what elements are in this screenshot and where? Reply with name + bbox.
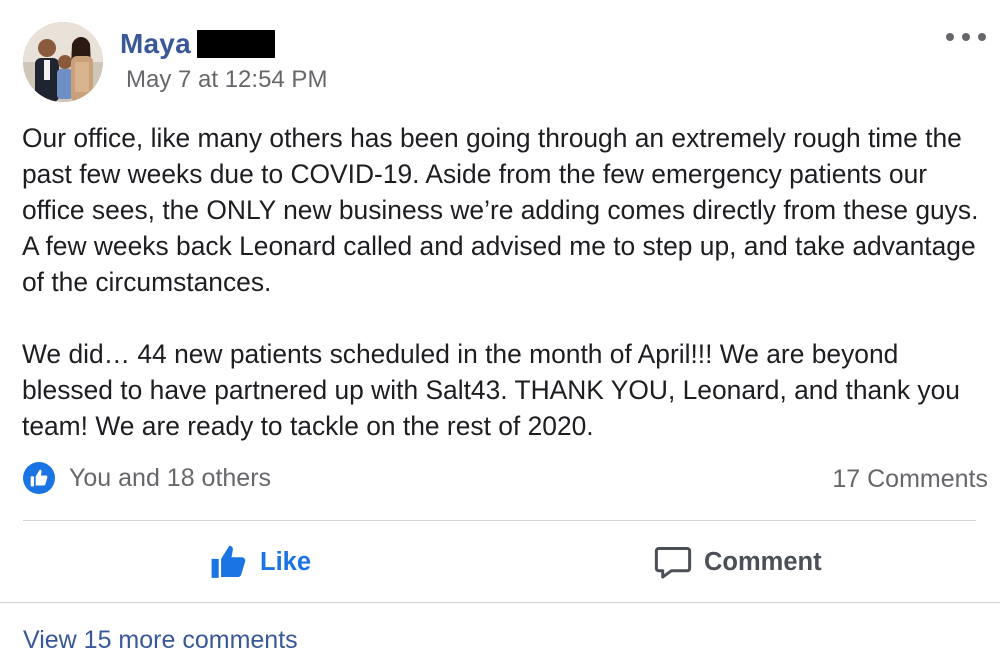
profile-photo — [23, 22, 103, 102]
comment-button[interactable]: Comment — [654, 538, 822, 586]
avatar[interactable] — [23, 22, 103, 102]
thumbs-up-icon — [23, 462, 55, 494]
dot — [962, 33, 970, 41]
like-label: Like — [260, 547, 312, 576]
like-button[interactable]: Like — [210, 538, 311, 586]
view-more-comments-link[interactable]: View 15 more comments — [23, 626, 298, 655]
post-body: Our office, like many others has been go… — [22, 123, 979, 441]
dot — [946, 33, 954, 41]
thumbs-up-icon — [211, 545, 246, 578]
more-options-icon[interactable] — [946, 28, 986, 46]
author-name[interactable]: Maya — [120, 28, 191, 60]
facebook-post: Maya May 7 at 12:54 PM Our office, like … — [0, 0, 1000, 669]
divider — [23, 520, 976, 521]
post-timestamp[interactable]: May 7 at 12:54 PM — [126, 66, 327, 94]
redaction-bar — [196, 30, 275, 58]
author-header: Maya — [120, 26, 275, 62]
reaction-count-text: You and 18 others — [69, 463, 272, 492]
divider — [0, 602, 1000, 603]
comment-label: Comment — [704, 547, 822, 576]
comment-bubble-icon — [654, 547, 692, 579]
dot — [978, 33, 986, 41]
comment-count[interactable]: 17 Comments — [832, 465, 988, 494]
reaction-summary[interactable]: You and 18 others — [23, 462, 271, 494]
